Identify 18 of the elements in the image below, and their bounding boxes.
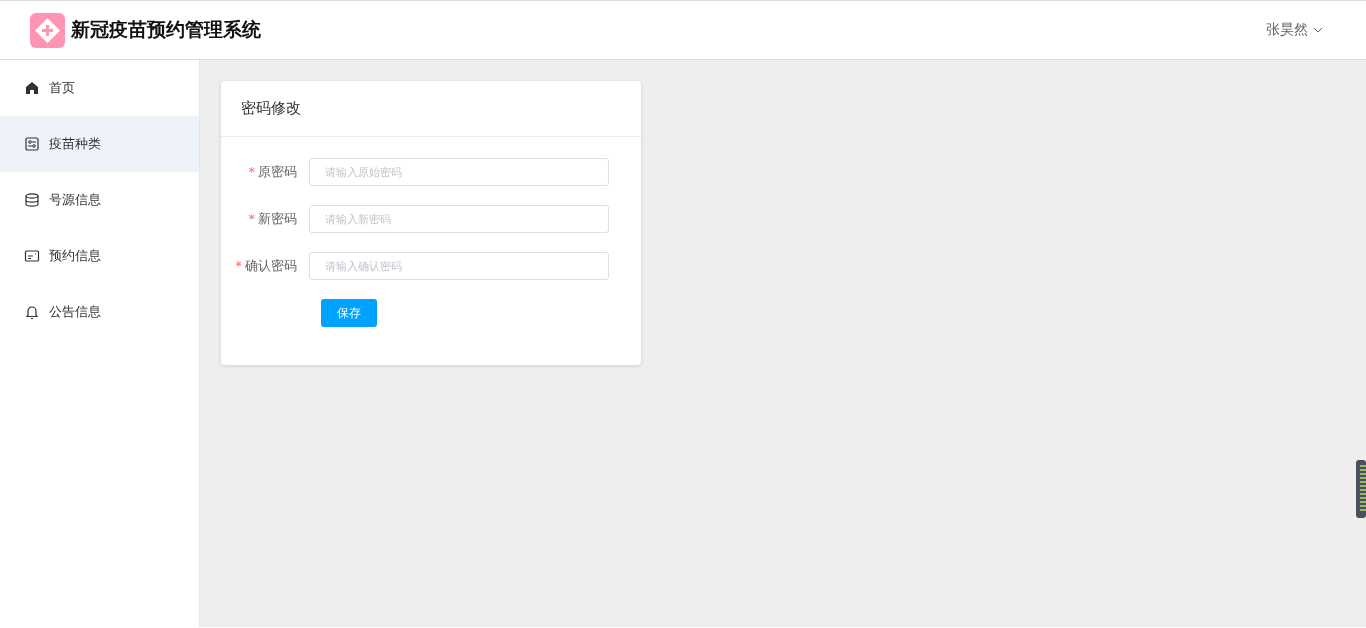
field-label: * 新密码 (247, 210, 298, 228)
sidebar-item[interactable]: 预约信息 (0, 228, 199, 284)
logo-icon (30, 12, 65, 48)
card-title: 密码修改 (241, 99, 301, 118)
database-icon (24, 192, 40, 208)
app-title: 新冠疫苗预约管理系统 (71, 17, 261, 42)
side-handle-icon[interactable] (1356, 460, 1366, 518)
sidebar-item[interactable]: 号源信息 (0, 172, 199, 228)
card-icon (24, 248, 40, 264)
sidebar-item[interactable]: 首页 (0, 60, 199, 116)
bell-icon (24, 304, 40, 320)
sidebar-item[interactable]: 疫苗种类 (0, 116, 199, 172)
home-icon (24, 80, 40, 96)
field-label: * 确认密码 (234, 257, 298, 275)
user-menu[interactable]: 张昊然 (1266, 21, 1308, 39)
sidebar-item[interactable]: 公告信息 (0, 284, 199, 340)
field-label: * 原密码 (247, 163, 298, 181)
panel-icon (24, 136, 40, 152)
